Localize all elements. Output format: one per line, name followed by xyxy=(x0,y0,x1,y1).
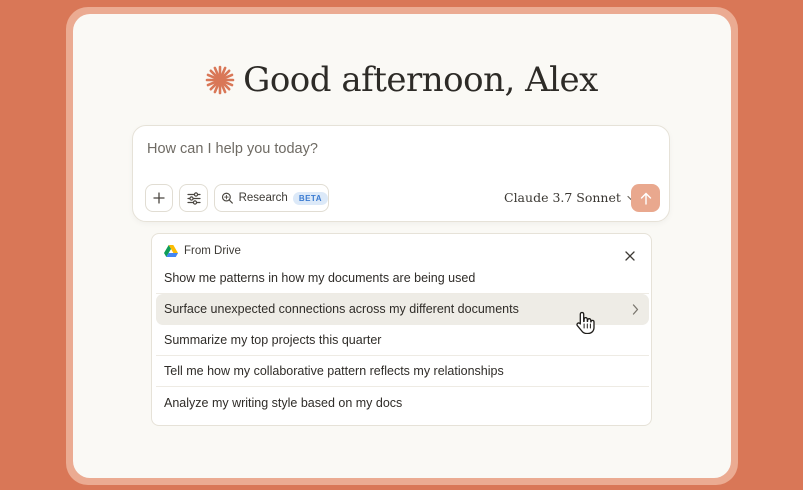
search-icon xyxy=(221,192,233,204)
greeting: Good afternoon, Alex xyxy=(0,54,803,106)
suggestion-label: Surface unexpected connections across my… xyxy=(164,302,519,316)
suggestion-label: Summarize my top projects this quarter xyxy=(164,333,382,347)
suggestion-item[interactable]: Analyze my writing style based on my doc… xyxy=(156,387,649,418)
model-name: Claude 3.7 Sonnet xyxy=(504,190,621,205)
research-button[interactable]: Research BETA xyxy=(214,184,329,212)
message-input-placeholder[interactable]: How can I help you today? xyxy=(147,141,318,157)
close-icon xyxy=(625,251,635,261)
drive-panel-header: From Drive xyxy=(164,245,241,257)
tools-button[interactable] xyxy=(179,184,208,212)
suggestion-list: Show me patterns in how my documents are… xyxy=(156,263,649,418)
claude-spark-icon xyxy=(205,65,235,95)
chevron-right-icon xyxy=(632,304,639,315)
suggestion-item[interactable]: Tell me how my collaborative pattern ref… xyxy=(156,356,649,387)
send-button[interactable] xyxy=(631,184,660,212)
research-label: Research xyxy=(238,192,288,204)
message-composer[interactable]: How can I help you today? Research BETA xyxy=(132,125,670,222)
close-button[interactable] xyxy=(622,248,638,264)
greeting-text: Good afternoon, Alex xyxy=(243,60,598,100)
add-content-button[interactable] xyxy=(145,184,173,212)
suggestion-label: Analyze my writing style based on my doc… xyxy=(164,395,403,410)
sliders-icon xyxy=(186,191,201,205)
suggestion-label: Tell me how my collaborative pattern ref… xyxy=(164,364,504,378)
plus-icon xyxy=(153,192,165,204)
google-drive-icon xyxy=(164,245,178,257)
suggestion-item[interactable]: Show me patterns in how my documents are… xyxy=(156,263,649,294)
beta-badge: BETA xyxy=(292,191,328,205)
arrow-up-icon xyxy=(640,192,651,205)
suggestion-label: Show me patterns in how my documents are… xyxy=(164,271,476,285)
drive-panel-title: From Drive xyxy=(184,245,241,257)
hand-pointer-icon xyxy=(576,311,595,334)
model-selector[interactable]: Claude 3.7 Sonnet xyxy=(504,190,635,205)
